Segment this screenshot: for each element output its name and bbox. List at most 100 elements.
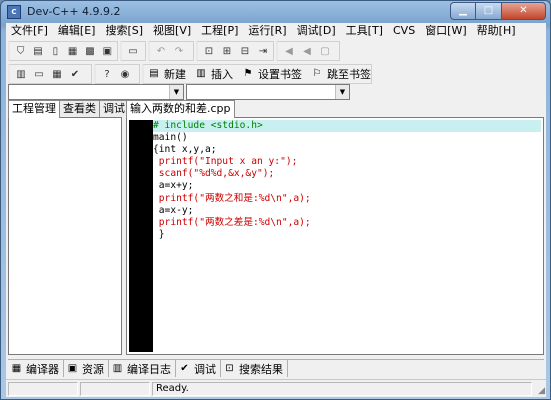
tab-compile-log-label: 编译日志 — [127, 362, 171, 376]
layout-toolbar: ▥ ▭ ▦ ✔ — [8, 64, 92, 84]
search-results-icon: ⊡ — [225, 363, 234, 374]
code-line[interactable]: printf("Input x an y:"); — [153, 156, 541, 168]
menu-search[interactable]: 搜索[S] — [100, 23, 148, 39]
code-area[interactable]: # include <stdio.h> main() {int x,y,a; p… — [153, 120, 541, 352]
tab-project-manager[interactable]: 工程管理 — [8, 100, 60, 118]
menu-edit[interactable]: 编辑[E] — [53, 23, 101, 39]
layout-icon[interactable]: ▥ — [13, 66, 29, 82]
secondary-toolbar: ▥ ▭ ▦ ✔ ? ◉ ▤ 新建 ▥ 插入 ⚑ 设置书签 ⚐ 跳至书签 — [6, 63, 546, 85]
edit-toolbar: ◀ ◀ ▢ — [276, 41, 340, 61]
open-project-icon[interactable]: ⛉ — [13, 43, 28, 59]
goto-line-icon[interactable]: ⇥ — [255, 43, 271, 59]
menu-project[interactable]: 工程[P] — [196, 23, 243, 39]
code-line[interactable]: } — [153, 229, 541, 241]
app-icon[interactable]: C — [7, 5, 21, 19]
open-file-icon[interactable]: ▤ — [30, 43, 45, 59]
indent-icon[interactable]: ◀ — [281, 43, 297, 59]
line-gutter — [129, 120, 153, 352]
set-bookmark-button[interactable]: ⚑ 设置书签 — [241, 66, 302, 82]
print-icon[interactable]: ▭ — [125, 43, 141, 59]
window-title: Dev-C++ 4.9.9.2 — [27, 5, 121, 18]
insert-icon: ▥ — [196, 68, 206, 79]
insert-button[interactable]: ▥ 插入 — [194, 66, 233, 82]
minimize-button[interactable]: ▁ — [450, 2, 476, 20]
code-editor[interactable]: # include <stdio.h> main() {int x,y,a; p… — [126, 117, 544, 355]
menu-file[interactable]: 文件[F] — [6, 23, 53, 39]
goto-bookmark-button[interactable]: ⚐ 跳至书签 — [310, 66, 371, 82]
tab-source-file[interactable]: 输入两数的和差.cpp — [126, 100, 235, 118]
file-toolbar: ⛉ ▤ ▯ ▦ ▩ ▣ — [8, 41, 118, 61]
chevron-down-icon[interactable]: ▼ — [169, 85, 183, 99]
compile-log-icon: ▥ — [112, 363, 123, 374]
replace-icon[interactable]: ⊞ — [219, 43, 235, 59]
help-icon[interactable]: ? — [99, 66, 115, 82]
unindent-icon[interactable]: ◀ — [299, 43, 315, 59]
code-line[interactable]: a=x-y; — [153, 205, 541, 217]
left-panel-tabs: 工程管理 查看类 调试 — [8, 100, 129, 118]
undo-toolbar: ↶ ↷ — [148, 41, 194, 61]
bottom-panel-tabs: ▦ 编译器 ▣ 资源 ▥ 编译日志 ✔ 调试 ⊡ 搜索结果 — [8, 359, 544, 377]
close-icon[interactable]: ▣ — [100, 43, 115, 59]
new-file-icon[interactable]: ▯ — [48, 43, 63, 59]
compiler-icon: ▦ — [11, 363, 22, 374]
menu-help[interactable]: 帮助[H] — [472, 23, 521, 39]
code-line[interactable]: printf("两数之和是:%d\n",a); — [153, 193, 541, 205]
search-toolbar: ⊡ ⊞ ⊟ ⇥ — [196, 41, 274, 61]
code-line[interactable]: printf("两数之差是:%d\n",a); — [153, 217, 541, 229]
tab-resources[interactable]: ▣ 资源 — [64, 360, 109, 377]
help-toolbar: ? ◉ — [94, 64, 140, 84]
redo-icon[interactable]: ↷ — [171, 43, 187, 59]
menu-tools[interactable]: 工具[T] — [341, 23, 388, 39]
new-button-label: 新建 — [164, 68, 186, 81]
resize-grip-icon[interactable]: ◢ — [538, 386, 545, 396]
close-button[interactable]: ✕ — [502, 2, 546, 20]
status-bar: Ready. ◢ — [6, 379, 546, 397]
tab-debug[interactable]: 调试 — [99, 100, 129, 117]
project-tree-panel[interactable] — [8, 117, 122, 355]
bookmark-toolbar: ▤ 新建 ▥ 插入 ⚑ 设置书签 ⚐ 跳至书签 — [142, 64, 372, 84]
tab-search-results[interactable]: ⊡ 搜索结果 — [221, 360, 288, 377]
tab-search-results-label: 搜索结果 — [239, 362, 283, 376]
tab-resources-label: 资源 — [82, 362, 104, 376]
tab-compile-log[interactable]: ▥ 编译日志 — [109, 360, 176, 377]
menu-cvs[interactable]: CVS — [388, 23, 420, 39]
tab-compiler[interactable]: ▦ 编译器 — [8, 360, 64, 377]
code-line[interactable]: {int x,y,a; — [153, 144, 541, 156]
window-icon[interactable]: ▭ — [31, 66, 47, 82]
menu-debug[interactable]: 调试[D] — [292, 23, 341, 39]
undo-icon[interactable]: ↶ — [153, 43, 169, 59]
menu-window[interactable]: 窗口[W] — [420, 23, 471, 39]
new-button[interactable]: ▤ 新建 — [147, 66, 186, 82]
insert-button-label: 插入 — [211, 68, 233, 81]
code-line[interactable]: a=x+y; — [153, 180, 541, 192]
debug-check-icon: ✔ — [180, 363, 189, 374]
client-area: 文件[F] 编辑[E] 搜索[S] 视图[V] 工程[P] 运行[R] 调试[D… — [6, 23, 546, 397]
code-line[interactable]: scanf("%d%d,&x,&y"); — [153, 168, 541, 180]
tab-debug-output[interactable]: ✔ 调试 — [176, 360, 221, 377]
code-line[interactable]: main() — [153, 132, 541, 144]
tab-compiler-label: 编译器 — [26, 362, 59, 376]
editor-tabs: 输入两数的和差.cpp — [126, 100, 235, 118]
code-line[interactable]: # include <stdio.h> — [153, 120, 541, 133]
status-cursor — [8, 382, 78, 396]
chevron-down-icon[interactable]: ▼ — [335, 85, 349, 99]
grid-icon[interactable]: ▦ — [49, 66, 65, 82]
member-combo[interactable]: ▼ — [186, 84, 350, 100]
class-combo[interactable]: ▼ — [8, 84, 184, 100]
print-toolbar: ▭ — [120, 41, 146, 61]
maximize-button[interactable]: □ — [476, 2, 502, 20]
find-next-icon[interactable]: ⊟ — [237, 43, 253, 59]
find-icon[interactable]: ⊡ — [201, 43, 217, 59]
menu-view[interactable]: 视图[V] — [148, 23, 196, 39]
check-icon[interactable]: ✔ — [67, 66, 83, 82]
tab-class-browser[interactable]: 查看类 — [59, 100, 100, 117]
bookmark-icon: ⚑ — [243, 68, 253, 79]
about-icon[interactable]: ◉ — [117, 66, 133, 82]
menu-run[interactable]: 运行[R] — [243, 23, 291, 39]
goto-bookmark-icon: ⚐ — [312, 68, 322, 79]
title-bar[interactable]: C Dev-C++ 4.9.9.2 ▁ □ ✕ — [1, 1, 550, 23]
save-all-icon[interactable]: ▩ — [82, 43, 97, 59]
toggle-comment-icon[interactable]: ▢ — [317, 43, 333, 59]
save-icon[interactable]: ▦ — [65, 43, 80, 59]
resources-icon: ▣ — [67, 363, 78, 374]
